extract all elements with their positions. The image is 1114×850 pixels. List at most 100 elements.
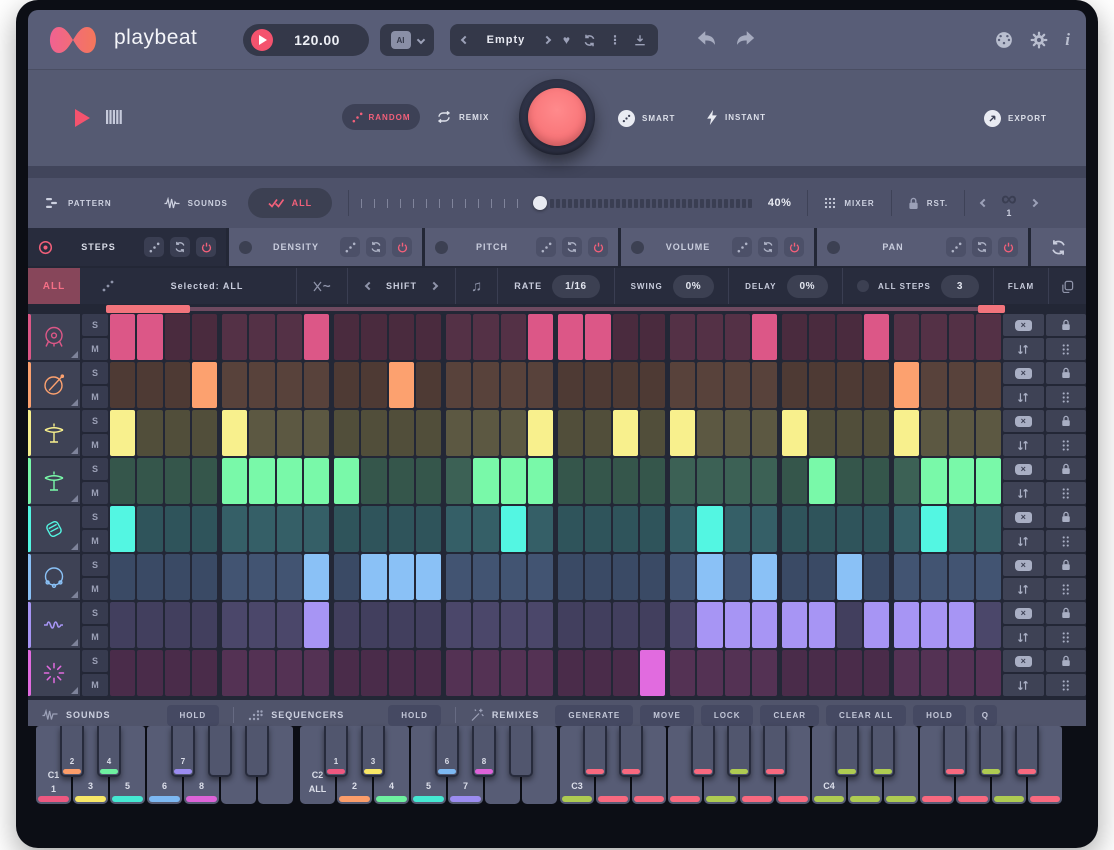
step-off[interactable] [137,554,162,600]
black-key[interactable] [763,726,787,777]
step-off[interactable] [446,554,471,600]
step-off[interactable] [809,314,834,360]
step-off[interactable] [249,314,274,360]
step-off[interactable] [697,314,722,360]
step-off[interactable] [446,650,471,696]
step-off[interactable] [976,410,1001,456]
step-off[interactable] [473,650,498,696]
step-off[interactable] [809,362,834,408]
step-off[interactable] [949,410,974,456]
step-off[interactable] [165,458,190,504]
density-slider[interactable] [361,193,754,213]
all-steps-value[interactable]: 3 [941,275,979,298]
step-on[interactable] [110,506,135,552]
step-off[interactable] [864,458,889,504]
step-off[interactable] [752,650,777,696]
step-off[interactable] [192,314,217,360]
step-on[interactable] [304,602,329,648]
step-on[interactable] [473,458,498,504]
quantize-button[interactable]: Q [974,705,997,726]
lock-track-button[interactable] [1046,410,1087,432]
step-off[interactable] [304,362,329,408]
lock-button[interactable]: LOCK [701,705,754,726]
step-off[interactable] [528,506,553,552]
sounds-mode-button[interactable]: SOUNDS [164,197,228,210]
step-on[interactable] [864,602,889,648]
mute-button[interactable]: M [82,626,108,648]
step-off[interactable] [249,362,274,408]
generate-button[interactable]: GENERATE [555,705,633,726]
step-off[interactable] [782,458,807,504]
step-off[interactable] [165,362,190,408]
flip-track-button[interactable] [1003,530,1044,552]
track-corner-handle[interactable] [71,399,78,406]
clear-track-button[interactable]: × [1003,314,1044,336]
step-off[interactable] [670,458,695,504]
step-off[interactable] [725,650,750,696]
track-select-cell[interactable] [28,314,80,360]
step-off[interactable] [558,458,583,504]
track-select-cell[interactable] [28,410,80,456]
track-corner-handle[interactable] [71,591,78,598]
step-on[interactable] [558,314,583,360]
reload-button-refresh-icon[interactable] [170,237,190,257]
step-off[interactable] [640,410,665,456]
track-corner-handle[interactable] [71,447,78,454]
black-key[interactable] [509,726,533,777]
copy-icon[interactable] [1061,280,1074,293]
step-off[interactable] [501,314,526,360]
export-button[interactable]: EXPORT [984,110,1047,127]
step-off[interactable] [725,458,750,504]
step-on[interactable] [137,314,162,360]
select-all-tracks-button[interactable]: ALL [248,188,332,218]
favorite-heart-icon[interactable]: ♥ [563,33,570,47]
flip-track-button[interactable] [1003,674,1044,696]
flip-track-button[interactable] [1003,578,1044,600]
step-off[interactable] [110,602,135,648]
gear-icon[interactable] [1030,31,1048,49]
step-off[interactable] [249,506,274,552]
step-off[interactable] [613,650,638,696]
step-off[interactable] [473,362,498,408]
delay-value[interactable]: 0% [787,275,828,298]
step-off[interactable] [249,650,274,696]
step-on[interactable] [528,314,553,360]
step-off[interactable] [416,458,441,504]
solo-button[interactable]: S [82,650,108,672]
step-on[interactable] [528,458,553,504]
mute-button[interactable]: M [82,386,108,408]
step-off[interactable] [446,602,471,648]
mixer-button[interactable]: MIXER [824,197,874,209]
step-off[interactable] [613,602,638,648]
step-on[interactable] [361,554,386,600]
step-off[interactable] [110,362,135,408]
radio-off-icon[interactable] [827,241,840,254]
black-key[interactable] [583,726,607,777]
flip-track-button[interactable] [1003,386,1044,408]
step-off[interactable] [640,602,665,648]
step-off[interactable] [585,410,610,456]
step-off[interactable] [446,506,471,552]
step-off[interactable] [585,458,610,504]
step-off[interactable] [334,362,359,408]
step-off[interactable] [894,506,919,552]
step-off[interactable] [416,314,441,360]
step-off[interactable] [334,650,359,696]
step-off[interactable] [640,458,665,504]
step-off[interactable] [165,554,190,600]
step-on[interactable] [921,458,946,504]
step-off[interactable] [670,554,695,600]
step-off[interactable] [304,506,329,552]
step-off[interactable] [277,650,302,696]
step-off[interactable] [446,410,471,456]
black-key[interactable] [979,726,1003,777]
info-icon[interactable]: i [1065,30,1070,50]
black-key[interactable]: 1 [324,726,348,777]
instant-button[interactable]: INSTANT [706,110,766,125]
step-off[interactable] [613,362,638,408]
step-off[interactable] [864,410,889,456]
step-off[interactable] [558,554,583,600]
step-on[interactable] [277,458,302,504]
black-key[interactable] [871,726,895,777]
step-off[interactable] [837,650,862,696]
